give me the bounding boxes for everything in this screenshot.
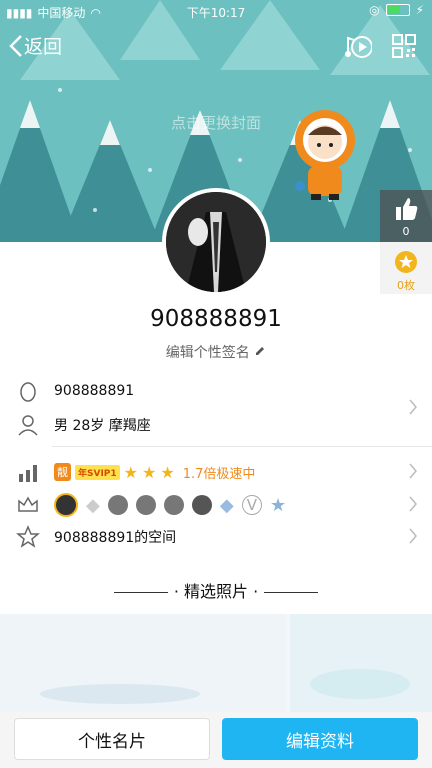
like-button[interactable]: 0	[380, 190, 432, 242]
svip-badge: 年SVIP1	[75, 464, 120, 480]
chevron-right-icon	[409, 496, 417, 512]
badge-count: 0枚	[397, 279, 415, 292]
crown-icon: ★	[160, 462, 175, 482]
navigation-bar: 返回	[0, 26, 432, 66]
title-line	[264, 592, 319, 593]
status-time: 下午10:17	[186, 6, 246, 20]
penguin-icon	[20, 382, 36, 402]
chevron-right-icon	[409, 528, 417, 544]
star-icon: ★	[269, 494, 287, 516]
back-label: 返回	[24, 36, 63, 58]
chevron-right-icon	[409, 463, 417, 479]
speed-status: 1.7倍极速中	[182, 466, 256, 482]
penguin-medal-icon	[54, 493, 78, 517]
back-button[interactable]: 返回	[8, 32, 62, 59]
crown-outline-icon	[18, 496, 38, 512]
cover-change-hint[interactable]: 点击更换封面	[0, 112, 432, 133]
status-bar: ▮▮▮▮ 中国移动 ◠ 下午10:17 ◎ ⚡	[0, 0, 432, 22]
penguin-crown-icon	[191, 495, 212, 515]
penguin-medal-icon	[107, 495, 128, 515]
diamond-icon: ◆	[219, 494, 234, 516]
featured-photos-title: · 精选照片 ·	[0, 578, 432, 602]
qq-number: 908888891	[54, 383, 135, 399]
photo-thumbnails	[0, 614, 432, 714]
qzone-label: 908888891的空间	[54, 530, 177, 546]
signature-prompt: 编辑个性签名	[165, 345, 250, 361]
edit-profile-button[interactable]: 编辑资料	[222, 718, 418, 760]
diamond-icon: ◆	[86, 494, 100, 516]
qr-code-icon[interactable]	[392, 34, 416, 58]
lock-rotation-icon: ◎	[369, 3, 380, 17]
qzone-row[interactable]: 908888891的空间	[0, 520, 432, 554]
qq-number-row: 908888891	[0, 374, 432, 408]
avatar[interactable]	[162, 188, 270, 296]
vip-row[interactable]: 靓 年SVIP1 ★ ★ ★ 1.7倍极速中	[0, 455, 432, 489]
profile-username: 908888891	[150, 306, 282, 332]
basic-info: 男 28岁 摩羯座	[54, 418, 151, 434]
featured-photos-label: 精选照片	[183, 582, 248, 601]
crown-icon: ★	[142, 462, 157, 482]
title-line	[113, 592, 168, 593]
music-icon[interactable]	[344, 32, 372, 60]
vip-mark-icon: 靓	[54, 463, 71, 481]
charging-icon: ⚡	[415, 3, 424, 17]
pencil-icon	[256, 347, 265, 355]
chevron-left-icon	[9, 34, 22, 57]
star-outline-icon	[16, 525, 40, 548]
divider	[52, 446, 432, 447]
avatar-image	[166, 192, 266, 292]
badge-star-icon	[395, 251, 417, 273]
v-cloud-icon: V	[241, 495, 262, 515]
person-icon	[18, 415, 38, 436]
thumbs-up-icon	[396, 198, 418, 220]
achievements-row[interactable]: ◆ ◆ V ★	[0, 488, 432, 522]
badge-button[interactable]: 0枚	[380, 242, 432, 294]
penguin-medal-icon	[135, 495, 156, 515]
like-count: 0	[402, 225, 410, 238]
basic-info-row[interactable]: 男 28岁 摩羯座	[0, 408, 432, 442]
battery-icon	[385, 4, 410, 16]
level-chart-icon	[19, 465, 37, 482]
penguin-medal-icon	[163, 495, 184, 515]
crown-icon: ★	[123, 462, 138, 482]
bottom-action-bar: 个性名片 编辑资料	[0, 712, 432, 768]
profile-card-button[interactable]: 个性名片	[14, 718, 210, 760]
featured-photos-area[interactable]	[0, 614, 432, 714]
chevron-right-icon	[409, 399, 417, 415]
edit-signature-link[interactable]: 编辑个性签名	[0, 342, 432, 362]
